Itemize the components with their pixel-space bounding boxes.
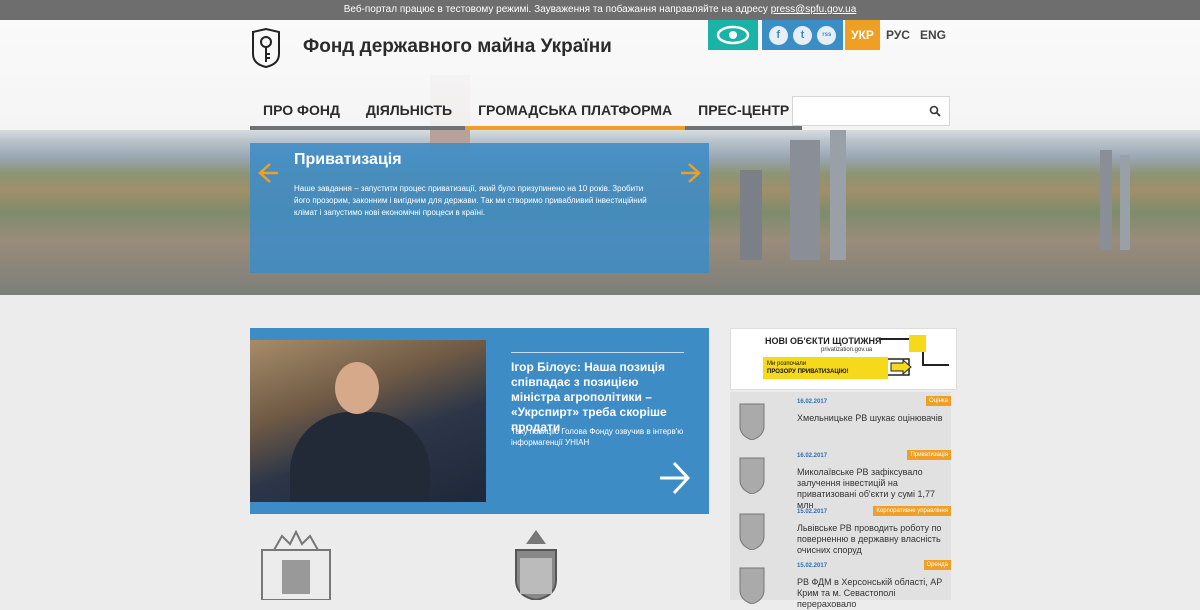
slide-title[interactable]: Приватизація bbox=[294, 151, 402, 169]
site-title[interactable]: Фонд державного майна України bbox=[303, 36, 612, 58]
lang-eng[interactable]: ENG bbox=[918, 20, 948, 50]
key-emblem-icon[interactable] bbox=[250, 28, 282, 68]
nav-public-platform[interactable]: ГРОМАДСЬКА ПЛАТФОРМА bbox=[465, 96, 686, 130]
news-item[interactable]: 16.02.2017 Приватизація Миколаївське РВ … bbox=[730, 446, 951, 510]
news-title[interactable]: Хмельницьке РВ шукає оцінювачів bbox=[797, 413, 949, 424]
notice-text: Веб-портал працює в тестовому режимі. За… bbox=[343, 4, 768, 15]
facebook-icon[interactable]: f bbox=[768, 25, 788, 45]
privatization-banner[interactable]: НОВІ ОБ'ЄКТИ ЩОТИЖНЯ privatization.gov.u… bbox=[730, 328, 957, 390]
eye-icon bbox=[716, 25, 750, 45]
region-coat-of-arms-icon[interactable] bbox=[492, 530, 580, 600]
news-tag[interactable]: Оцінка bbox=[926, 396, 951, 406]
news-title[interactable]: РВ ФДМ в Херсонській області, АР Крим та… bbox=[797, 577, 949, 610]
nav-activity[interactable]: ДІЯЛЬНІСТЬ bbox=[352, 96, 466, 130]
news-tag[interactable]: Приватизація bbox=[907, 450, 951, 460]
arrow-right-icon[interactable] bbox=[658, 461, 690, 495]
news-date: 15.02.2017 bbox=[797, 563, 828, 569]
banner-slogan: Ми розпочали ПРОЗОРУ ПРИВАТИЗАЦІЮ! bbox=[763, 357, 888, 379]
news-tag[interactable]: Корпоративне управління bbox=[873, 506, 951, 516]
notice-email-link[interactable]: press@spfu.gov.ua bbox=[771, 4, 857, 15]
news-title[interactable]: Львівське РВ проводить роботу по поверне… bbox=[797, 523, 949, 556]
lang-ukr[interactable]: УКР bbox=[845, 20, 880, 50]
news-list: 16.02.2017 Оцінка Хмельницьке РВ шукає о… bbox=[730, 392, 951, 609]
banner-site: privatization.gov.ua bbox=[821, 347, 873, 353]
hero-slide: Приватизація Наше завдання – запустити п… bbox=[250, 143, 709, 273]
twitter-icon[interactable]: t bbox=[792, 25, 812, 45]
featured-article[interactable]: Ігор Білоус: Наша позиція співпадає з по… bbox=[250, 328, 709, 514]
test-mode-notice: Веб-портал працює в тестовому режимі. За… bbox=[0, 0, 1200, 20]
divider bbox=[511, 352, 684, 353]
region-emblem-icon bbox=[739, 567, 765, 604]
banner-square bbox=[909, 335, 926, 352]
chevron-left-icon[interactable] bbox=[256, 161, 280, 185]
article-photo[interactable] bbox=[250, 340, 486, 502]
search-icon[interactable] bbox=[929, 105, 941, 117]
news-date: 16.02.2017 bbox=[797, 399, 828, 405]
region-emblem-icon bbox=[739, 513, 765, 550]
news-item[interactable]: 15.02.2017 Оренда РВ ФДМ в Херсонській о… bbox=[730, 556, 951, 610]
rss-icon[interactable]: rss bbox=[817, 25, 837, 45]
accessibility-button[interactable] bbox=[708, 20, 758, 50]
chevron-right-icon[interactable] bbox=[679, 161, 703, 185]
article-headline[interactable]: Ігор Білоус: Наша позиція співпадає з по… bbox=[511, 360, 691, 435]
news-date: 15.02.2017 bbox=[797, 509, 828, 515]
nav-press-center[interactable]: ПРЕС-ЦЕНТР bbox=[685, 96, 803, 130]
news-item[interactable]: 16.02.2017 Оцінка Хмельницьке РВ шукає о… bbox=[730, 392, 951, 446]
slide-text: Наше завдання – запустити процес привати… bbox=[294, 184, 647, 217]
article-description: Таку позицію Голова Фонду озвучив в інте… bbox=[511, 427, 684, 447]
banner-line2: ПРОЗОРУ ПРИВАТИЗАЦІЮ! bbox=[767, 369, 849, 375]
search-input[interactable] bbox=[793, 97, 921, 125]
banner-line1: Ми розпочали bbox=[767, 361, 807, 367]
social-links: f t rss bbox=[762, 20, 843, 50]
region-emblem-icon bbox=[739, 457, 765, 494]
news-tag[interactable]: Оренда bbox=[923, 560, 951, 570]
main-nav: ПРО ФОНД ДІЯЛЬНІСТЬ ГРОМАДСЬКА ПЛАТФОРМА… bbox=[250, 96, 803, 130]
news-item[interactable]: 15.02.2017 Корпоративне управління Львів… bbox=[730, 502, 951, 556]
banner-title: НОВІ ОБ'ЄКТИ ЩОТИЖНЯ bbox=[765, 336, 882, 346]
lang-rus[interactable]: РУС bbox=[884, 20, 912, 50]
region-emblem-icon bbox=[739, 403, 765, 440]
nav-about[interactable]: ПРО ФОНД bbox=[250, 96, 353, 130]
region-coat-of-arms-icon[interactable] bbox=[252, 530, 340, 600]
news-date: 16.02.2017 bbox=[797, 453, 828, 459]
search-box bbox=[792, 96, 950, 126]
